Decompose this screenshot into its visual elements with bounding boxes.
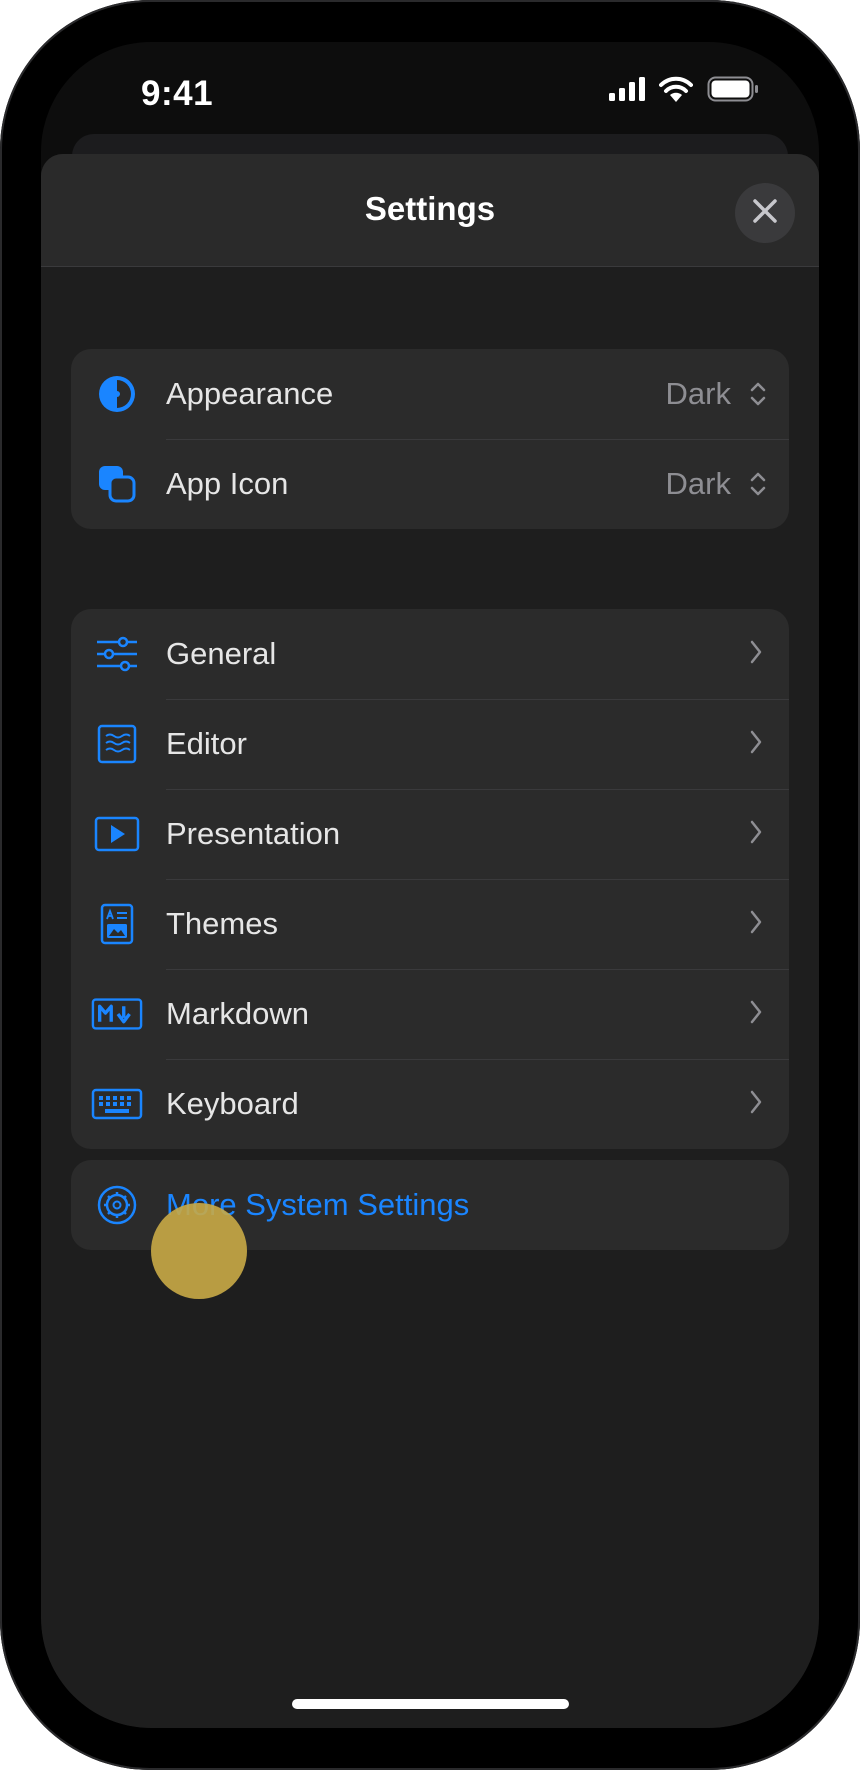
chevron-right-icon [749,819,763,850]
row-app-icon[interactable]: App Icon Dark [71,439,789,529]
status-time: 9:41 [141,74,214,113]
row-label: App Icon [166,466,289,501]
more-system-settings-label: More System Settings [166,1187,470,1222]
row-keyboard[interactable]: Keyboard [71,1059,789,1149]
screen: 9:41 Settings Appearance Dark App Icon D… [41,42,819,1728]
play-icon [91,808,143,860]
row-label: Themes [166,906,278,941]
page-title: Settings [364,190,496,227]
row-label: Keyboard [166,1086,299,1121]
chevron-right-icon [749,639,763,670]
sheet-header: Settings [41,154,819,267]
row-editor[interactable]: Editor [71,699,789,789]
row-label: Presentation [166,816,341,851]
row-label: Appearance [166,376,334,411]
chevron-right-icon [749,999,763,1030]
row-presentation[interactable]: Presentation [71,789,789,879]
chevron-up-down-icon [749,470,767,503]
markdown-icon [91,988,143,1040]
wifi-icon [659,76,693,107]
sliders-icon [91,628,143,680]
appearance-icon [91,368,143,420]
chevron-right-icon [749,909,763,940]
status-icons [609,76,759,107]
chevron-right-icon [749,729,763,760]
row-label: Markdown [166,996,309,1031]
phone-frame: 9:41 Settings Appearance Dark App Icon D… [0,0,860,1770]
cellular-signal-icon [609,77,645,106]
appearance-group: Appearance Dark App Icon Dark [71,349,789,529]
appearance-value: Dark [665,376,731,411]
row-label: General [166,636,277,671]
editor-icon [91,718,143,770]
chevron-right-icon [749,1089,763,1120]
battery-icon [707,76,759,107]
row-appearance[interactable]: Appearance Dark [71,349,789,439]
home-indicator[interactable] [292,1699,569,1709]
settings-sheet: Settings Appearance Dark App Icon Dark G… [41,154,819,1728]
themes-icon [91,898,143,950]
app-icon-value: Dark [665,466,731,501]
app-icon-icon [91,458,143,510]
row-label: Editor [166,726,247,761]
keyboard-icon [91,1078,143,1130]
close-button[interactable] [735,183,795,243]
row-markdown[interactable]: Markdown [71,969,789,1059]
system-settings-group: More System Settings [71,1160,789,1250]
chevron-up-down-icon [749,380,767,413]
more-system-settings-link[interactable]: More System Settings [71,1160,789,1250]
row-general[interactable]: General [71,609,789,699]
gear-icon [91,1179,143,1231]
status-bar: 9:41 [41,42,819,142]
close-icon [752,198,778,229]
settings-group: General Editor Presentation Themes Markd… [71,609,789,1149]
row-themes[interactable]: Themes [71,879,789,969]
